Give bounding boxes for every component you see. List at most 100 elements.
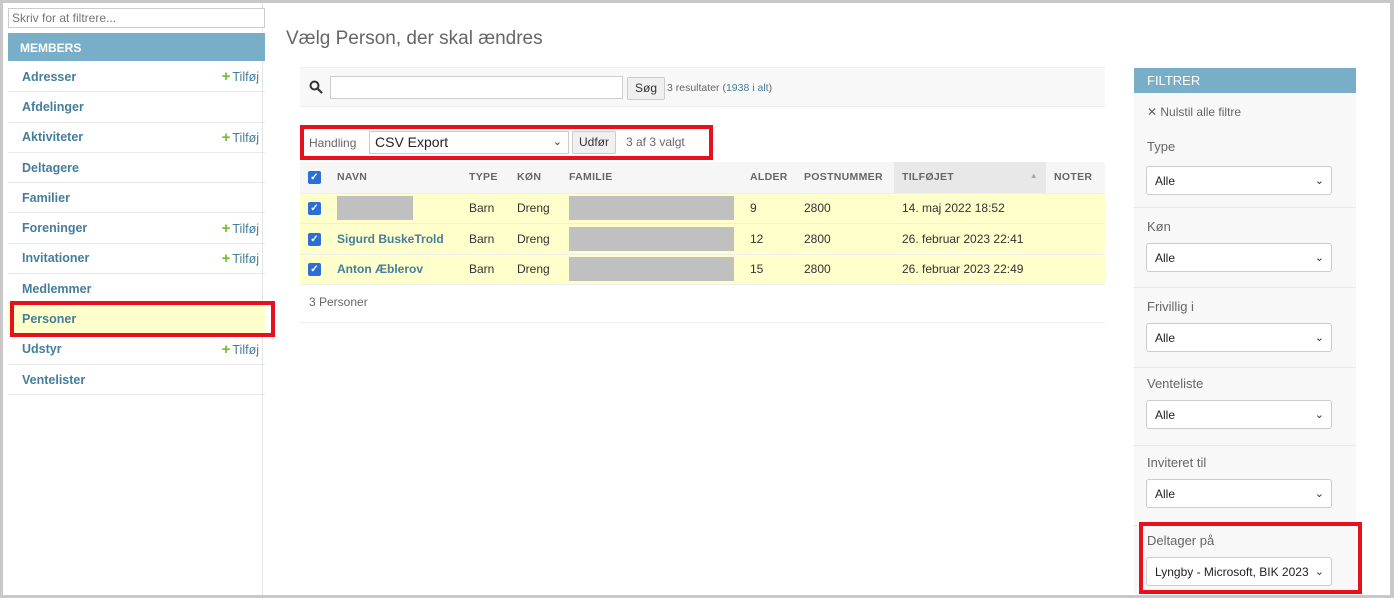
actions-bar: Handling CSV Export ⌄ Udfør 3 af 3 valgt bbox=[300, 129, 713, 159]
sidebar-item-label[interactable]: Aktiviteter bbox=[22, 130, 83, 144]
page-title: Vælg Person, der skal ændres bbox=[286, 28, 543, 49]
filter-select-koen[interactable]: Alle ⌄ bbox=[1146, 243, 1332, 272]
type-cell: Barn bbox=[461, 193, 509, 224]
sidebar-item-medlemmer[interactable]: Medlemmer bbox=[8, 274, 265, 305]
row-checkbox[interactable]: ✓ bbox=[308, 232, 321, 246]
results-suffix: ) bbox=[768, 82, 773, 94]
age-cell: 9 bbox=[742, 193, 796, 224]
col-noter[interactable]: NOTER bbox=[1046, 162, 1105, 194]
select-all-header[interactable]: ✓ bbox=[300, 162, 329, 194]
sidebar-item-afdelinger[interactable]: Afdelinger bbox=[8, 92, 265, 123]
filter-header: FILTRER bbox=[1134, 68, 1356, 93]
row-select-cell[interactable]: ✓ bbox=[300, 254, 329, 285]
filter-group-venteliste: Venteliste Alle ⌄ bbox=[1134, 368, 1356, 446]
filter-select-value: Alle bbox=[1155, 487, 1176, 501]
filter-select-value: Alle bbox=[1155, 331, 1176, 345]
sidebar-filter-input[interactable] bbox=[8, 8, 265, 28]
select-all-checkbox[interactable]: ✓ bbox=[308, 170, 321, 184]
sidebar-item-ventelister[interactable]: Ventelister bbox=[8, 365, 265, 396]
row-select-cell[interactable]: ✓ bbox=[300, 193, 329, 224]
filter-select-frivillig[interactable]: Alle ⌄ bbox=[1146, 323, 1332, 352]
type-cell: Barn bbox=[461, 223, 509, 255]
row-checkbox[interactable]: ✓ bbox=[308, 263, 321, 277]
sidebar-item-label[interactable]: Afdelinger bbox=[22, 100, 84, 114]
sidebar-item-adresser[interactable]: Adresser + Tilføj bbox=[8, 62, 265, 93]
sidebar-item-label[interactable]: Deltagere bbox=[22, 161, 79, 175]
sort-asc-icon[interactable]: ▲ bbox=[1030, 171, 1038, 180]
add-button[interactable]: + Tilføj bbox=[222, 220, 259, 237]
search-icon bbox=[309, 80, 323, 94]
add-button[interactable]: + Tilføj bbox=[222, 250, 259, 267]
col-alder[interactable]: ALDER bbox=[742, 162, 796, 194]
show-all-link[interactable]: 1938 i alt bbox=[726, 82, 769, 94]
person-link[interactable]: Sigurd BuskeTrold bbox=[337, 232, 444, 246]
filter-select-type[interactable]: Alle ⌄ bbox=[1146, 166, 1332, 195]
col-type[interactable]: TYPE bbox=[461, 162, 509, 194]
add-button[interactable]: + Tilføj bbox=[222, 68, 259, 85]
add-label: Tilføj bbox=[232, 130, 259, 145]
run-action-button[interactable]: Udfør bbox=[572, 131, 616, 154]
sidebar-item-label[interactable]: Personer bbox=[22, 312, 76, 326]
added-cell: 26. februar 2023 22:41 bbox=[894, 223, 1046, 255]
search-button[interactable]: Søg bbox=[627, 77, 666, 100]
sidebar-item-label[interactable]: Adresser bbox=[22, 70, 76, 84]
sidebar-item-foreninger[interactable]: Foreninger + Tilføj bbox=[8, 213, 265, 244]
action-label: Handling bbox=[309, 136, 357, 150]
row-checkbox[interactable]: ✓ bbox=[308, 202, 321, 216]
filter-select-deltager[interactable]: Lyngby - Microsoft, BIK 2023 ⌄ bbox=[1146, 557, 1332, 586]
sidebar-item-aktiviteter[interactable]: Aktiviteter + Tilføj bbox=[8, 123, 265, 153]
filter-title: Deltager på bbox=[1147, 533, 1215, 548]
age-cell: 15 bbox=[742, 254, 796, 285]
sidebar-item-personer[interactable]: Personer bbox=[8, 304, 265, 335]
table-row: ✓ Anton Æblerov Barn Dreng 15 2800 26. f… bbox=[300, 254, 1105, 285]
filter-select-value: Lyngby - Microsoft, BIK 2023 bbox=[1155, 565, 1309, 579]
filter-select-venteliste[interactable]: Alle ⌄ bbox=[1146, 400, 1332, 429]
col-postnummer[interactable]: POSTNUMMER bbox=[796, 162, 894, 194]
filter-group-koen: Køn Alle ⌄ bbox=[1134, 208, 1356, 288]
clear-filters-link[interactable]: ✕ Nulstil alle filtre bbox=[1147, 105, 1241, 119]
sidebar-item-label[interactable]: Ventelister bbox=[22, 373, 85, 387]
table-header-row: ✓ NAVN TYPE KØN FAMILIE ALDER POSTNUMMER… bbox=[300, 162, 1105, 194]
chevron-down-icon: ⌄ bbox=[1314, 409, 1324, 421]
search-input[interactable] bbox=[330, 76, 623, 99]
search-toolbar: Søg 3 resultater (1938 i alt) bbox=[300, 67, 1105, 107]
name-cell[interactable] bbox=[329, 193, 461, 224]
sidebar-item-udstyr[interactable]: Udstyr + Tilføj bbox=[8, 335, 265, 365]
chevron-down-icon: ⌄ bbox=[1314, 332, 1324, 344]
sidebar-item-label[interactable]: Familier bbox=[22, 191, 70, 205]
sidebar-item-deltagere[interactable]: Deltagere bbox=[8, 153, 265, 184]
postal-cell: 2800 bbox=[796, 193, 894, 224]
add-button[interactable]: + Tilføj bbox=[222, 129, 259, 146]
name-cell[interactable]: Sigurd BuskeTrold bbox=[329, 223, 461, 255]
col-navn[interactable]: NAVN bbox=[329, 162, 461, 194]
added-cell: 14. maj 2022 18:52 bbox=[894, 193, 1046, 224]
chevron-down-icon: ⌄ bbox=[1314, 252, 1324, 264]
members-section-header[interactable]: MEMBERS bbox=[8, 33, 265, 61]
results-count: 3 resultater (1938 i alt) bbox=[667, 82, 772, 94]
col-koen[interactable]: KØN bbox=[509, 162, 561, 194]
notes-cell bbox=[1046, 254, 1105, 285]
add-label: Tilføj bbox=[232, 342, 259, 357]
sidebar-item-label[interactable]: Medlemmer bbox=[22, 282, 91, 296]
col-tilfoejet[interactable]: TILFØJET ▲ bbox=[894, 162, 1046, 194]
row-select-cell[interactable]: ✓ bbox=[300, 223, 329, 255]
notes-cell bbox=[1046, 223, 1105, 255]
add-button[interactable]: + Tilføj bbox=[222, 341, 259, 358]
name-cell[interactable]: Anton Æblerov bbox=[329, 254, 461, 285]
type-cell: Barn bbox=[461, 254, 509, 285]
filter-select-inviteret[interactable]: Alle ⌄ bbox=[1146, 479, 1332, 508]
sidebar-item-familier[interactable]: Familier bbox=[8, 183, 265, 214]
gender-cell: Dreng bbox=[509, 254, 561, 285]
sidebar-item-invitationer[interactable]: Invitationer + Tilføj bbox=[8, 244, 265, 275]
add-label: Tilføj bbox=[232, 70, 259, 85]
results-prefix: 3 resultater ( bbox=[667, 82, 726, 94]
redacted-family bbox=[569, 257, 734, 282]
col-familie[interactable]: FAMILIE bbox=[561, 162, 742, 194]
sidebar-item-label[interactable]: Invitationer bbox=[22, 251, 89, 265]
person-link[interactable]: Anton Æblerov bbox=[337, 262, 423, 276]
action-select[interactable]: CSV Export ⌄ bbox=[369, 131, 569, 154]
sidebar-item-label[interactable]: Foreninger bbox=[22, 221, 87, 235]
sidebar-item-label[interactable]: Udstyr bbox=[22, 342, 62, 356]
filter-title: Køn bbox=[1147, 219, 1171, 234]
redacted-name bbox=[337, 196, 413, 221]
